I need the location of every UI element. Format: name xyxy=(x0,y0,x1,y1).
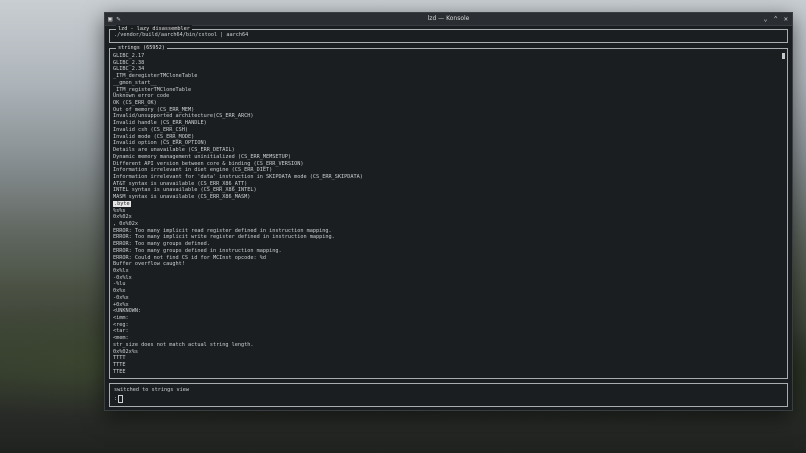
command-prompt[interactable]: : xyxy=(114,395,124,403)
string-item[interactable]: -0x%lx xyxy=(113,275,779,282)
string-item[interactable]: ERROR: Could not find CS id for MCInst o… xyxy=(113,255,779,262)
string-item[interactable]: AT&T syntax is unavailable (CS_ERR_X86_A… xyxy=(113,181,779,188)
string-item[interactable]: Dynamic memory management uninitialized … xyxy=(113,154,779,161)
string-item[interactable]: 0x%02x xyxy=(113,214,779,221)
string-item[interactable]: <mem: xyxy=(113,335,779,342)
string-item[interactable]: ERROR: Too many implicit read register d… xyxy=(113,228,779,235)
string-item[interactable]: Information irrelevant for 'data' instru… xyxy=(113,174,779,181)
string-item[interactable]: OK (CS_ERR_OK) xyxy=(113,100,779,107)
string-item[interactable]: , 0x%02x xyxy=(113,221,779,228)
status-panel: switched to strings view : xyxy=(109,383,788,407)
string-item[interactable]: <reg: xyxy=(113,322,779,329)
string-item[interactable]: TTTT xyxy=(113,355,779,362)
terminal-app-icon[interactable]: ▣ xyxy=(108,13,112,25)
string-item[interactable]: Buffer overflow caught! xyxy=(113,261,779,268)
strings-list[interactable]: GLIBC_2.17 GLIBC_2.38 GLIBC_2.34 _ITM_dereg… xyxy=(113,53,779,376)
string-item[interactable]: ERROR: Too many implicit write register … xyxy=(113,234,779,241)
string-item[interactable]: __gmon_start__ xyxy=(113,80,779,87)
string-item[interactable]: <tar: xyxy=(113,328,779,335)
string-item[interactable]: Unknown error code xyxy=(113,93,779,100)
string-item[interactable]: GLIBC_2.17 xyxy=(113,53,779,60)
string-item[interactable]: Invalid option (CS_ERR_OPTION) xyxy=(113,140,779,147)
string-item[interactable]: GLIBC_2.38 xyxy=(113,60,779,67)
header-panel: lzd - lazy disassembler ./vendor/build/a… xyxy=(109,25,788,43)
string-item[interactable]: INTEL syntax is unavailable (CS_ERR_X86_… xyxy=(113,187,779,194)
strings-panel[interactable]: strings (65952) GLIBC_2.17 GLIBC_2.38 GLIB… xyxy=(109,44,788,379)
binary-path: ./vendor/build/aarch64/bin/cstool | aarc… xyxy=(114,32,249,38)
close-icon[interactable]: ✕ xyxy=(784,13,788,25)
string-item[interactable]: .byte xyxy=(113,200,779,208)
string-item[interactable]: +0x%x xyxy=(113,302,779,309)
string-item[interactable]: <UNKNOWN: xyxy=(113,308,779,315)
string-item[interactable]: 0x%02x%s xyxy=(113,349,779,356)
string-item[interactable]: Details are unavailable (CS_ERR_DETAIL) xyxy=(113,147,779,154)
scrollbar-thumb[interactable] xyxy=(782,53,785,59)
prompt-symbol: : xyxy=(114,395,118,402)
string-item[interactable]: GLIBC_2.34 xyxy=(113,66,779,73)
string-item[interactable]: _ITM_deregisterTMCloneTable xyxy=(113,73,779,80)
string-item[interactable]: Invalid/unsupported architecture(CS_ERR_… xyxy=(113,113,779,120)
string-item[interactable]: MASM syntax is unavailable (CS_ERR_X86_M… xyxy=(113,194,779,201)
status-message: switched to strings view xyxy=(114,387,189,393)
string-item[interactable]: <imm: xyxy=(113,315,779,322)
terminal-area[interactable]: lzd - lazy disassembler ./vendor/build/a… xyxy=(105,25,792,410)
window-titlebar[interactable]: ▣ ✎ lzd — Konsole ⌄ ⌃ ✕ xyxy=(105,13,792,26)
string-item[interactable]: 0x%lx xyxy=(113,268,779,275)
string-item[interactable]: ERROR: Too many groups defined in instru… xyxy=(113,248,779,255)
string-item[interactable]: Out of memory (CS_ERR_MEM) xyxy=(113,107,779,114)
string-item[interactable]: Invalid handle (CS_ERR_HANDLE) xyxy=(113,120,779,127)
string-item[interactable]: ERROR: Too many groups defined. xyxy=(113,241,779,248)
string-item[interactable]: -0x%x xyxy=(113,295,779,302)
strings-panel-title: strings (65952) xyxy=(116,44,167,52)
string-item[interactable]: TTEE xyxy=(113,369,779,376)
string-item[interactable]: Invalid mode (CS_ERR_MODE) xyxy=(113,134,779,141)
string-item[interactable]: TTTE xyxy=(113,362,779,369)
string-item[interactable]: Invalid csh (CS_ERR_CSH) xyxy=(113,127,779,134)
maximize-icon[interactable]: ⌃ xyxy=(774,13,778,25)
string-item[interactable]: Information irrelevant in diet engine (C… xyxy=(113,167,779,174)
string-item[interactable]: _ITM_registerTMCloneTable xyxy=(113,87,779,94)
string-item[interactable]: 0x%x xyxy=(113,288,779,295)
minimize-icon[interactable]: ⌄ xyxy=(763,13,767,25)
string-item[interactable]: -%lu xyxy=(113,281,779,288)
string-item[interactable]: str_size does not match actual string le… xyxy=(113,342,779,349)
string-item[interactable]: Different API version between core & bin… xyxy=(113,161,779,168)
window-title: lzd — Konsole xyxy=(427,15,470,22)
text-cursor xyxy=(118,395,124,403)
string-item[interactable]: %s%s xyxy=(113,208,779,215)
pin-icon[interactable]: ✎ xyxy=(116,13,120,25)
konsole-window: ▣ ✎ lzd — Konsole ⌄ ⌃ ✕ lzd - lazy disas… xyxy=(104,12,793,411)
